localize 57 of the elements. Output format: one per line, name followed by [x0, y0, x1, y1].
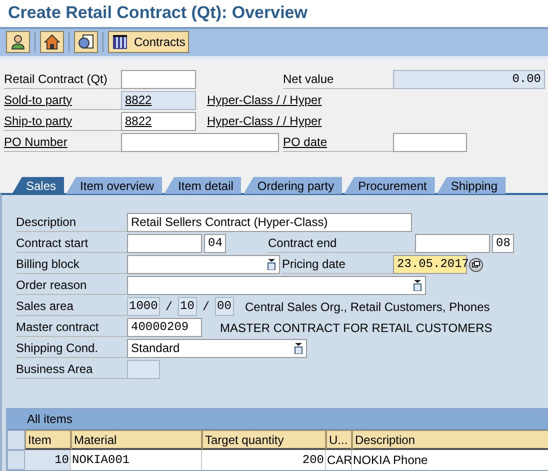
unit-field[interactable]: 08: [492, 234, 514, 253]
column-header[interactable]: Item: [25, 430, 71, 450]
column-header[interactable]: Target quantity: [202, 430, 326, 450]
contracts-button[interactable]: Contracts: [108, 31, 190, 54]
readonly-field: 00: [215, 297, 234, 316]
dropdown-icon[interactable]: [413, 280, 422, 291]
sales-area-text: Central Sales Org., Retail Customers, Phones: [245, 300, 490, 314]
input-field[interactable]: [121, 132, 279, 152]
net-value-field[interactable]: 0.00: [393, 70, 545, 89]
table-cell: NOKIA001: [71, 450, 202, 470]
tab[interactable]: Shipping: [436, 177, 506, 194]
readonly-field: [127, 360, 160, 379]
column-header[interactable]: Description: [352, 430, 548, 450]
input-field[interactable]: 8822: [121, 90, 196, 110]
input-field[interactable]: [127, 234, 202, 253]
party-name-link[interactable]: Hyper-Class / / Hyper: [207, 93, 322, 108]
columns-icon: [112, 34, 128, 50]
tab[interactable]: Procurement: [344, 177, 435, 194]
table-cell: 10: [25, 450, 71, 470]
column-header[interactable]: Material: [71, 430, 202, 450]
input-field[interactable]: 40000209: [127, 318, 202, 337]
master-contract-text: MASTER CONTRACT FOR RETAIL CUSTOMERS: [220, 320, 492, 334]
dropdown-field[interactable]: Standard: [127, 339, 307, 358]
input-field[interactable]: [121, 70, 196, 89]
column-header[interactable]: U...: [326, 430, 352, 450]
row-selector[interactable]: [7, 450, 25, 470]
dropdown-icon[interactable]: [294, 343, 303, 354]
toolbar-button[interactable]: [6, 31, 30, 54]
readonly-field: 10: [178, 297, 197, 316]
tab[interactable]: Ordering party: [243, 177, 342, 194]
tab[interactable]: Item detail: [164, 177, 242, 194]
table-title: All items: [7, 409, 547, 430]
input-field[interactable]: Retail Sellers Contract (Hyper-Class): [127, 213, 412, 232]
input-field[interactable]: [415, 234, 490, 253]
person-icon: [10, 34, 26, 50]
dropdown-field[interactable]: [127, 255, 280, 274]
input-field[interactable]: 8822: [121, 112, 196, 131]
house-icon: [44, 34, 60, 50]
dropdown-icon[interactable]: [267, 259, 276, 270]
readonly-field: 1000: [127, 297, 160, 316]
party-name-link[interactable]: Hyper-Class / / Hyper: [207, 114, 322, 128]
calendar-icon[interactable]: [469, 258, 483, 272]
table-cell: CAR: [326, 450, 352, 470]
select-all-button[interactable]: [7, 430, 25, 450]
input-field[interactable]: [393, 132, 467, 152]
toolbar-button[interactable]: [40, 31, 64, 54]
separator-text: /: [164, 300, 174, 314]
tab[interactable]: Sales: [12, 177, 64, 194]
separator-text: /: [201, 300, 211, 314]
table-cell: NOKIA Phone: [352, 450, 548, 470]
window-title: Create Retail Contract (Qt): Overview: [0, 0, 548, 29]
document-icon: [78, 34, 94, 50]
dropdown-field[interactable]: [127, 276, 426, 295]
date-field[interactable]: 23.05.2017: [393, 255, 467, 274]
unit-field[interactable]: 04: [204, 234, 226, 253]
tab[interactable]: Item overview: [66, 177, 162, 194]
toolbar-button[interactable]: [74, 31, 98, 54]
